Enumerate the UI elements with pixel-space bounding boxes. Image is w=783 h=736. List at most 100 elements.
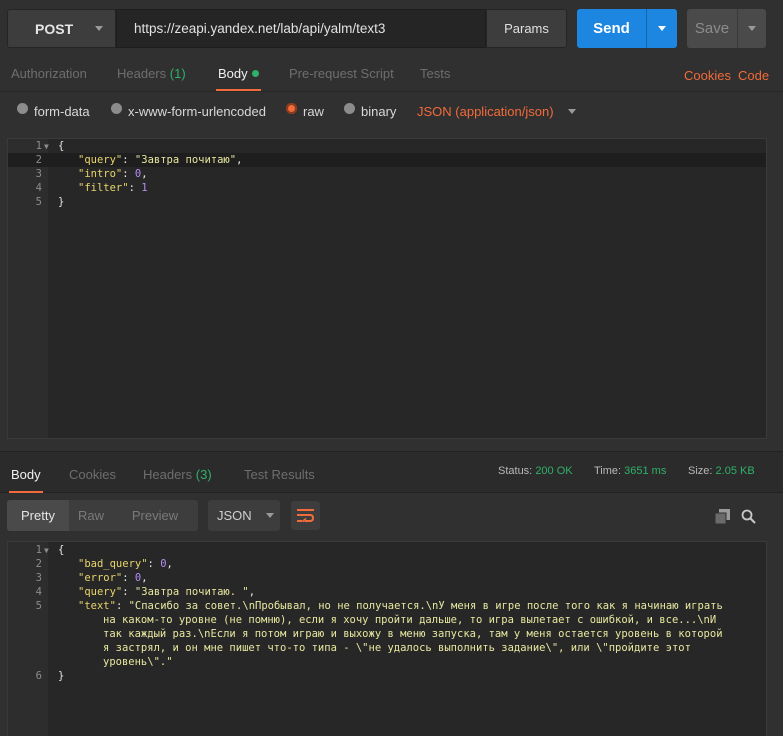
time-label: Time: (594, 465, 622, 477)
radio-urlencoded[interactable] (111, 103, 122, 114)
size-value: 2.05 KB (715, 465, 755, 477)
save-options-button[interactable] (737, 9, 766, 48)
status-value: 200 OK (535, 465, 573, 477)
request-tabs: Authorization Headers (1) Body Pre-reque… (0, 60, 783, 92)
radio-urlencoded-label: x-www-form-urlencoded (128, 104, 266, 119)
chevron-down-icon (748, 26, 756, 31)
tab-headers[interactable]: Headers (1) (117, 66, 186, 81)
view-raw-button[interactable]: Raw (69, 508, 113, 523)
code-line-wrapped: на каком-то уровне (не помню), если я хо… (103, 614, 717, 626)
json-string: "Спасибо за совет.\nПробывал, но не полу… (128, 600, 723, 612)
line-number: 4 (35, 182, 42, 194)
line-number: 1 (35, 140, 42, 152)
tab-headers-label: Headers (117, 66, 167, 81)
wrap-lines-button[interactable] (291, 501, 320, 530)
line-number: 5 (35, 196, 42, 208)
size-info: Size: 2.05 KB (688, 465, 755, 477)
status-info: Status: 200 OK (498, 465, 573, 477)
url-input[interactable]: https://zeapi.yandex.net/lab/api/yalm/te… (116, 9, 486, 48)
radio-binary-label: binary (361, 104, 397, 119)
code-line: { (58, 140, 65, 152)
response-tab-headers[interactable]: Headers (3) (143, 467, 212, 482)
chevron-down-icon (95, 26, 104, 31)
json-key: "intro" (78, 168, 123, 180)
line-number: 4 (35, 586, 42, 598)
json-key: "bad_query" (78, 558, 148, 570)
view-pretty-button[interactable]: Pretty (7, 500, 69, 531)
code-line: "bad_query": 0, (78, 558, 173, 570)
code-line-wrapped: так каждый раз.\nЕсли я потом играю и вы… (103, 628, 723, 640)
code-line: } (58, 196, 65, 208)
params-button[interactable]: Params (486, 9, 567, 48)
code-line: "text": "Спасибо за совет.\nПробывал, но… (78, 600, 723, 612)
json-string: "Завтра почитаю" (134, 154, 237, 166)
radio-form-data[interactable] (17, 103, 28, 114)
code-line: { (58, 544, 65, 556)
view-preview-button[interactable]: Preview (113, 508, 197, 523)
code-line: "intro": 0, (78, 168, 148, 180)
content-type-select[interactable]: JSON (application/json) (417, 104, 576, 119)
line-number: 3 (35, 168, 42, 180)
json-key: "query" (78, 154, 123, 166)
cookies-link[interactable]: Cookies (684, 68, 731, 83)
tab-authorization[interactable]: Authorization (11, 66, 87, 81)
code-line: "error": 0, (78, 572, 148, 584)
code-link[interactable]: Code (738, 68, 769, 83)
response-tab-headers-label: Headers (143, 467, 193, 482)
time-value: 3651 ms (624, 465, 667, 477)
headers-count: (1) (169, 66, 186, 81)
response-body-viewer[interactable]: 1 2 3 4 5 6 ▼ { "bad_query": 0, "error":… (7, 541, 767, 736)
tab-body[interactable]: Body (216, 66, 261, 91)
response-header: Body Cookies Headers (3) Test Results St… (0, 451, 783, 493)
search-button[interactable] (741, 509, 756, 527)
fold-toggle-icon[interactable]: ▼ (44, 140, 49, 154)
line-number: 2 (35, 558, 42, 570)
format-select[interactable]: JSON (208, 500, 280, 531)
radio-raw[interactable] (286, 103, 297, 114)
response-tab-body[interactable]: Body (9, 467, 43, 493)
tab-prerequest-script[interactable]: Pre-request Script (289, 66, 394, 81)
json-string: "Завтра почитаю. " (134, 586, 249, 598)
code-line: "query": "Завтра почитаю", (78, 154, 243, 166)
format-label: JSON (217, 508, 252, 523)
status-label: Status: (498, 465, 533, 477)
copy-button[interactable] (714, 509, 730, 527)
radio-raw-label: raw (303, 104, 324, 119)
code-line: "filter": 1 (78, 182, 148, 194)
json-key: "filter" (78, 182, 129, 194)
code-line-wrapped: я застрял, и он мне пишет что-то типа - … (103, 642, 691, 654)
view-mode-segment: Pretty Raw Preview (7, 500, 198, 531)
copy-icon (714, 509, 730, 525)
code-line: } (58, 670, 65, 682)
time-info: Time: 3651 ms (594, 465, 666, 477)
radio-form-data-label: form-data (34, 104, 90, 119)
code-line: "query": "Завтра почитаю. ", (78, 586, 256, 598)
fold-toggle-icon[interactable]: ▼ (44, 544, 49, 558)
save-button[interactable]: Save (687, 9, 737, 48)
size-label: Size: (688, 465, 713, 477)
line-number: 1 (35, 544, 42, 556)
send-button[interactable]: Send (577, 9, 646, 48)
content-type-label: JSON (application/json) (417, 104, 554, 119)
line-number: 6 (35, 670, 42, 682)
json-key: "text" (78, 600, 116, 612)
response-tab-cookies[interactable]: Cookies (69, 467, 116, 482)
chevron-down-icon (567, 109, 576, 114)
radio-binary[interactable] (344, 103, 355, 114)
json-number: 1 (141, 182, 148, 194)
code-line-wrapped: уровень\"." (103, 656, 173, 668)
request-body-editor[interactable]: 1 2 3 4 5 ▼ { "query": "Завтра почитаю",… (7, 138, 767, 439)
line-number: 5 (35, 600, 42, 612)
tab-tests[interactable]: Tests (420, 66, 450, 81)
method-label: POST (35, 20, 74, 37)
response-headers-count: (3) (195, 467, 212, 482)
search-icon (741, 509, 756, 524)
method-select[interactable]: POST (7, 9, 116, 48)
tab-body-label: Body (218, 66, 248, 81)
chevron-down-icon (265, 513, 274, 518)
send-options-button[interactable] (646, 9, 677, 48)
chevron-down-icon (658, 26, 666, 31)
response-tab-test-results[interactable]: Test Results (244, 467, 315, 482)
line-number: 3 (35, 572, 42, 584)
wrap-lines-icon (297, 509, 314, 522)
